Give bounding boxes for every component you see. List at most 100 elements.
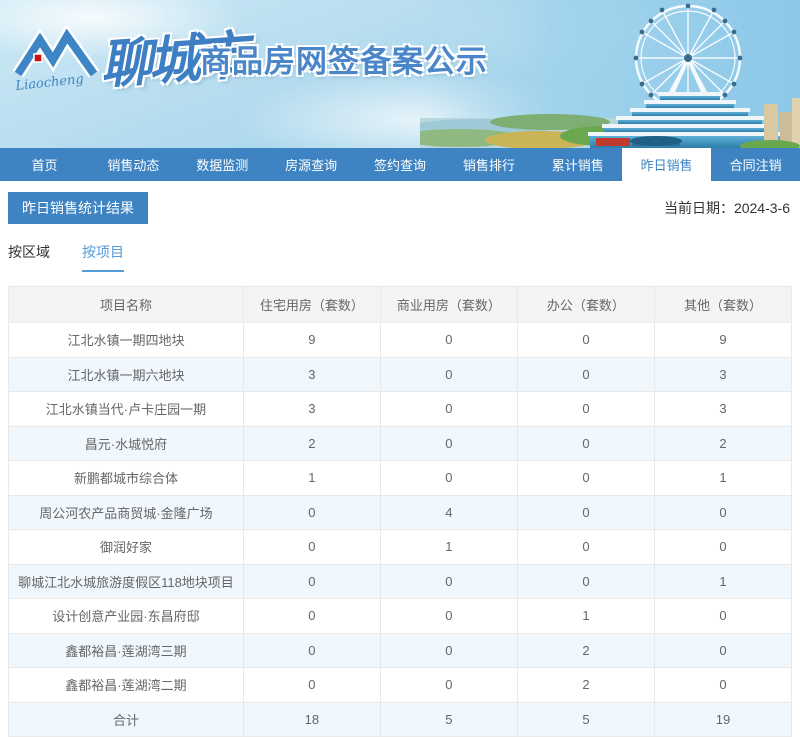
site-subtitle: 商品房网签备案公示 [200,44,488,79]
table-cell: 0 [516,322,655,358]
nav-item-4[interactable]: 签约查询 [356,148,445,181]
column-header: 商业用房（套数） [379,286,518,323]
table-cell: 9 [653,322,793,358]
table-cell: 0 [242,667,381,703]
table-cell: 0 [379,667,518,703]
table-cell: 0 [242,563,381,599]
table-cell: 0 [516,494,655,530]
table-cell: 0 [653,632,793,668]
view-tabs: 按区域 按项目 [8,242,792,272]
table-cell: 鑫都裕昌·莲湖湾三期 [8,632,244,668]
nav-item-0[interactable]: 首页 [0,148,89,181]
table-row: 江北水镇当代·卢卡庄园一期 3 0 0 3 [8,391,793,427]
table-row: 周公河农产品商贸城·金隆广场 0 4 0 0 [8,494,793,530]
table-cell: 周公河农产品商贸城·金隆广场 [8,494,244,530]
table-cell: 0 [242,598,381,634]
nav-item-3[interactable]: 房源查询 [267,148,356,181]
column-header: 其他（套数） [653,286,793,323]
table-cell: 2 [653,425,793,461]
table-cell: 新鹏都城市综合体 [8,460,244,496]
table-cell: 0 [516,529,655,565]
table-cell: 1 [516,598,655,634]
table-cell: 1 [379,529,518,565]
table-cell: 鑫都裕昌·莲湖湾二期 [8,667,244,703]
table-cell: 0 [379,391,518,427]
table-cell: 0 [379,425,518,461]
nav-item-7[interactable]: 昨日销售 [622,148,712,181]
table-cell: 御润好家 [8,529,244,565]
table-row: 鑫都裕昌·莲湖湾三期 0 0 2 0 [8,632,793,668]
column-header: 住宅用房（套数） [242,286,381,323]
table-cell: 1 [653,460,793,496]
table-row: 江北水镇一期四地块 9 0 0 9 [8,322,793,358]
table-cell: 0 [516,391,655,427]
nav-item-8[interactable]: 合同注销 [711,148,800,181]
nav-item-1[interactable]: 销售动态 [89,148,178,181]
table-cell: 5 [516,701,655,737]
table-row: 鑫都裕昌·莲湖湾二期 0 0 2 0 [8,667,793,703]
nav-item-2[interactable]: 数据监测 [178,148,267,181]
main-navbar: 首页 销售动态 数据监测 房源查询 签约查询 销售排行 累计销售 昨日销售 合同… [0,148,800,181]
table-cell: 0 [379,632,518,668]
table-row: 聊城江北水城旅游度假区118地块项目 0 0 0 1 [8,563,793,599]
nav-item-5[interactable]: 销售排行 [444,148,533,181]
table-cell: 0 [379,322,518,358]
table-row: 新鹏都城市综合体 1 0 0 1 [8,460,793,496]
table-cell: 2 [516,667,655,703]
current-date-label: 当前日期：2024-3-6 [663,200,790,216]
table-cell: 0 [653,494,793,530]
table-cell: 0 [516,460,655,496]
table-row: 江北水镇一期六地块 3 0 0 3 [8,356,793,392]
table-cell: 4 [379,494,518,530]
sales-statistics-table: 项目名称 住宅用房（套数） 商业用房（套数） 办公（套数） 其他（套数） 江北水镇一期四… [8,286,793,737]
table-cell: 合计 [8,701,244,737]
table-cell: 0 [379,563,518,599]
table-cell: 0 [242,529,381,565]
table-cell: 9 [242,322,381,358]
table-cell: 18 [242,701,381,737]
table-header-row: 项目名称 住宅用房（套数） 商业用房（套数） 办公（套数） 其他（套数） [8,286,793,323]
table-cell: 0 [516,425,655,461]
column-header: 办公（套数） [516,286,655,323]
tab-1[interactable]: 按项目 [82,242,124,272]
table-cell: 0 [653,529,793,565]
table-cell: 0 [242,632,381,668]
table-cell: 0 [242,494,381,530]
mountain-m-logo-icon: Liaocheng [12,24,100,94]
liaocheng-logo: Liaocheng [10,24,105,96]
table-cell: 昌元·水城悦府 [8,425,244,461]
main-content: 昨日销售统计结果 当前日期：2024-3-6 按区域 按项目 项目名称 住宅用房（… [0,192,800,737]
table-cell: 0 [516,563,655,599]
table-cell: 0 [653,667,793,703]
table-cell: 0 [379,598,518,634]
table-cell: 江北水镇一期六地块 [8,356,244,392]
section-header: 昨日销售统计结果 当前日期：2024-3-6 [8,192,792,224]
table-cell: 5 [379,701,518,737]
table-cell: 江北水镇当代·卢卡庄园一期 [8,391,244,427]
table-row: 合计 18 5 5 19 [8,701,793,737]
tab-0[interactable]: 按区域 [8,242,50,272]
table-cell: 2 [242,425,381,461]
table-cell: 3 [653,356,793,392]
column-header: 项目名称 [8,286,244,323]
table-row: 设计创意产业园·东昌府邸 0 0 1 0 [8,598,793,634]
table-cell: 聊城江北水城旅游度假区118地块项目 [8,563,244,599]
table-cell: 江北水镇一期四地块 [8,322,244,358]
table-cell: 0 [653,598,793,634]
table-row: 御润好家 0 1 0 0 [8,529,793,565]
table-cell: 2 [516,632,655,668]
table-cell: 3 [653,391,793,427]
table-cell: 3 [242,356,381,392]
page-title: 昨日销售统计结果 [8,192,148,224]
table-cell: 19 [653,701,793,737]
table-cell: 1 [653,563,793,599]
table-cell: 0 [379,356,518,392]
table-cell: 设计创意产业园·东昌府邸 [8,598,244,634]
table-cell: 0 [516,356,655,392]
table-cell: 1 [242,460,381,496]
table-cell: 3 [242,391,381,427]
nav-item-6[interactable]: 累计销售 [533,148,622,181]
table-cell: 0 [379,460,518,496]
table-row: 昌元·水城悦府 2 0 0 2 [8,425,793,461]
site-banner: Liaocheng 聊城市 商品房网签备案公示 [0,0,800,148]
